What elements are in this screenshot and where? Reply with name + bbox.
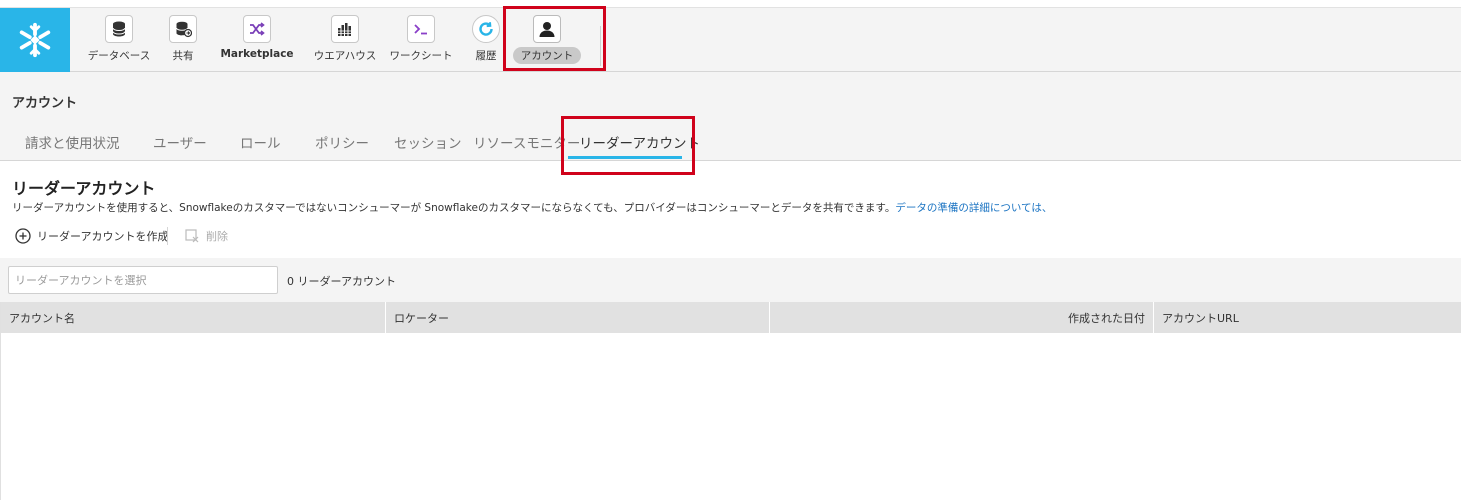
nav-item-history[interactable]: 履歴: [469, 8, 503, 72]
tab-roles[interactable]: ロール: [240, 132, 281, 152]
top-nav-bar: データベース 共有 Marketplace ウエアハウス ワークシート 履歴 ア…: [0, 7, 1461, 72]
tab-billing-usage[interactable]: 請求と使用状況: [25, 132, 120, 152]
action-divider: [167, 227, 168, 245]
description-text: リーダーアカウントを使用すると、Snowflakeのカスタマーではないコンシュー…: [12, 202, 896, 214]
table-header: アカウント名 ロケーター 作成された日付 アカウントURL: [1, 302, 1461, 333]
section-description: リーダーアカウントを使用すると、Snowflakeのカスタマーではないコンシュー…: [12, 200, 1052, 215]
nav-item-marketplace[interactable]: Marketplace: [220, 8, 294, 72]
nav-item-shares[interactable]: 共有: [165, 8, 201, 72]
nav-item-account[interactable]: アカウント: [512, 8, 582, 72]
create-reader-account-label: リーダーアカウントを作成: [37, 230, 169, 243]
delete-icon: [185, 229, 199, 243]
nav-label-worksheets: ワークシート: [389, 50, 453, 62]
plus-circle-icon: [15, 228, 31, 244]
nav-item-worksheets[interactable]: ワークシート: [390, 8, 453, 72]
nav-divider: [600, 26, 601, 66]
column-header-account-url[interactable]: アカウントURL: [1154, 302, 1461, 333]
section-title: リーダーアカウント: [12, 179, 156, 198]
tab-resource-monitors[interactable]: リソースモニター: [473, 132, 580, 152]
column-header-created-date[interactable]: 作成された日付: [770, 302, 1154, 333]
nav-item-databases[interactable]: データベース: [88, 8, 150, 72]
tab-sessions[interactable]: セッション: [394, 132, 462, 152]
warehouse-icon: [331, 15, 359, 43]
filter-bar: 0 リーダーアカウント: [0, 258, 1461, 302]
shared-database-icon: [169, 15, 197, 43]
snowflake-logo[interactable]: [0, 8, 70, 72]
history-refresh-icon: [472, 15, 500, 43]
reader-accounts-table: アカウント名 ロケーター 作成された日付 アカウントURL: [0, 302, 1461, 500]
nav-label-databases: データベース: [87, 50, 151, 62]
account-user-icon: [533, 15, 561, 43]
tab-reader-accounts[interactable]: リーダーアカウント: [579, 132, 700, 152]
nav-label-warehouses: ウエアハウス: [313, 50, 377, 62]
reader-account-count: 0 リーダーアカウント: [287, 275, 397, 288]
reader-account-search-input[interactable]: [8, 266, 278, 294]
nav-item-warehouses[interactable]: ウエアハウス: [314, 8, 376, 72]
account-subheader: アカウント 請求と使用状況 ユーザー ロール ポリシー セッション リソースモニ…: [0, 72, 1461, 161]
database-icon: [105, 15, 133, 43]
create-reader-account-button[interactable]: リーダーアカウントを作成: [15, 228, 169, 244]
tab-policies[interactable]: ポリシー: [315, 132, 369, 152]
nav-label-marketplace: Marketplace: [220, 48, 294, 60]
page-title: アカウント: [12, 96, 78, 111]
column-header-locator[interactable]: ロケーター: [386, 302, 770, 333]
nav-label-history: 履歴: [475, 50, 497, 62]
active-tab-indicator: [568, 156, 682, 159]
nav-label-account: アカウント: [512, 47, 582, 64]
terminal-icon: [407, 15, 435, 43]
tab-users[interactable]: ユーザー: [153, 132, 207, 152]
data-prep-details-link[interactable]: データの準備の詳細については、: [895, 202, 1052, 214]
column-header-account-name[interactable]: アカウント名: [1, 302, 386, 333]
delete-button[interactable]: 削除: [184, 228, 228, 244]
delete-label: 削除: [206, 230, 228, 243]
nav-label-shares: 共有: [172, 50, 194, 62]
marketplace-shuffle-icon: [243, 15, 271, 43]
snowflake-icon: [19, 22, 51, 58]
